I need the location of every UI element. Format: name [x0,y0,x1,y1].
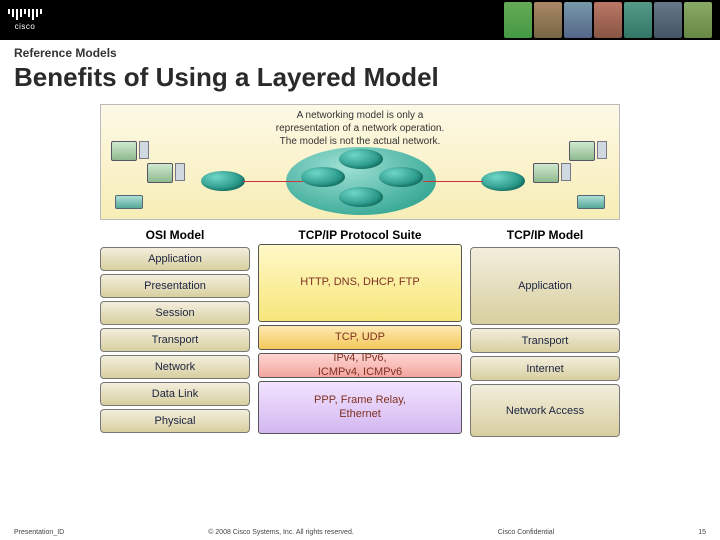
printer-icon [577,195,605,209]
scene-caption: A networking model is only a representat… [101,109,619,148]
footer-right: Cisco Confidential [498,529,554,536]
router-icon [481,171,525,191]
workstation-icon [569,141,607,161]
printer-icon [115,195,143,209]
band-application: HTTP, DNS, DHCP, FTP [258,244,462,322]
page-number: 15 [698,529,706,536]
osi-layer: Physical [100,409,250,433]
osi-layer: Transport [100,328,250,352]
tcpip-layer: Application [470,247,620,325]
osi-layer: Presentation [100,274,250,298]
band-link: PPP, Frame Relay, Ethernet [258,381,462,434]
tcpip-layer: Network Access [470,384,620,437]
tcpip-layer: Transport [470,328,620,353]
protocol-suite-column: TCP/IP Protocol Suite HTTP, DNS, DHCP, F… [250,224,470,437]
osi-layer: Session [100,301,250,325]
band-network: IPv4, IPv6, ICMPv4, ICMPv6 [258,353,462,378]
osi-header: OSI Model [100,224,250,244]
router-icon [301,167,345,187]
workstation-icon [533,163,571,183]
router-icon [201,171,245,191]
diagram: A networking model is only a representat… [100,104,620,437]
tcpip-header: TCP/IP Model [470,224,620,244]
banner: cisco [0,0,720,40]
router-icon [379,167,423,187]
osi-column: OSI Model Application Presentation Sessi… [100,224,250,437]
osi-layer: Network [100,355,250,379]
router-icon [339,187,383,207]
workstation-icon [147,163,185,183]
banner-photo-strip [504,2,712,38]
model-grid: OSI Model Application Presentation Sessi… [100,224,620,437]
footer-center: © 2008 Cisco Systems, Inc. All rights re… [208,529,354,536]
suite-header: TCP/IP Protocol Suite [258,224,462,244]
network-scene: A networking model is only a representat… [100,104,620,220]
tcpip-layer: Internet [470,356,620,381]
logo-bars-icon [8,9,42,20]
logo-text: cisco [15,22,36,31]
section-subhead: Reference Models [0,40,720,62]
workstation-icon [111,141,149,161]
footer-left: Presentation_ID [14,529,64,536]
band-transport: TCP, UDP [258,325,462,350]
footer: Presentation_ID © 2008 Cisco Systems, In… [0,529,720,536]
osi-layer: Data Link [100,382,250,406]
osi-layer: Application [100,247,250,271]
cisco-logo: cisco [8,9,42,31]
page-title: Benefits of Using a Layered Model [0,62,720,97]
router-icon [339,149,383,169]
tcpip-column: TCP/IP Model Application Transport Inter… [470,224,620,437]
